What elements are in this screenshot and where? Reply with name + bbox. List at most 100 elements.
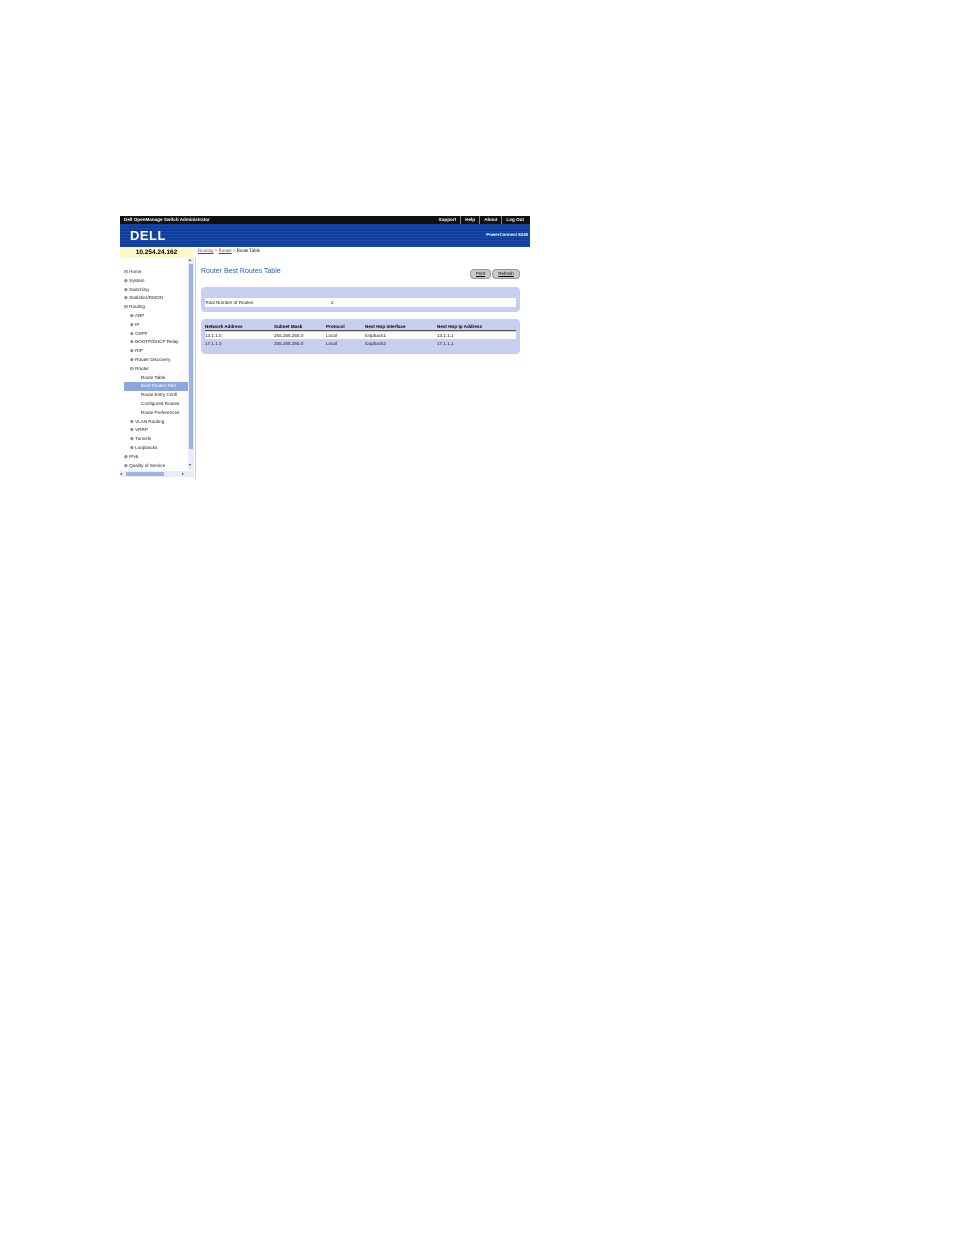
sidebar-item-label: IP [135,321,140,327]
brand-banner: DELL PowerConnect 6248 [120,224,530,247]
scroll-right-icon[interactable]: ▸ [182,471,184,476]
sidebar-item[interactable]: Best Routes Tabl [124,382,190,392]
sidebar-item[interactable]: Route Table [124,374,190,383]
sidebar-item-label: IPv6 [129,453,139,459]
sidebar-item-label: Route Preferences [141,409,180,415]
sidebar-item[interactable]: ⊕ VRRP [124,426,190,435]
scrollbar-thumb[interactable] [126,472,164,476]
scroll-left-icon[interactable]: ◂ [120,471,122,476]
summary-value: 2 [331,300,334,305]
sidebar-item-label: Best Routes Tabl [141,383,176,389]
sidebar-item[interactable]: ⊟ Home [124,268,190,277]
sidebar-item[interactable]: ⊕ VLAN Routing [124,418,190,427]
sidebar-item-label: RIP [135,348,143,354]
sidebar-item[interactable]: ⊕ Switching [124,286,190,295]
table-cell: 255.255.255.0 [274,341,304,346]
sidebar-vertical-scrollbar[interactable]: ▴ ▾ [188,257,194,470]
scroll-up-icon[interactable]: ▴ [189,257,191,262]
log-out-link[interactable]: Log Out [501,216,528,224]
sidebar-item-label: VRRP [135,427,148,433]
sidebar-item-label: Home [129,269,142,274]
sidebar-item-label: Loopbacks [135,444,158,450]
scrollbar-thumb[interactable] [189,264,193,449]
sidebar-item-label: Quality of Service [129,462,166,468]
sidebar-item[interactable]: ⊕ System [124,277,190,286]
sidebar-item[interactable]: ⊕ Statistics/RMON [124,294,190,303]
column-header: Next Hop Interface [365,324,406,329]
sidebar-item[interactable]: ⊕ IP [124,321,190,330]
summary-row: Total Number of Routes 2 [205,298,516,307]
sidebar-item[interactable]: ⊕ IPv6 [124,453,190,462]
screenshot-window: Dell OpenManage Switch Administrator Sup… [120,216,530,478]
sidebar-item-label: BOOTP/DHCP Relay [135,339,179,345]
table-cell: 13.1.1.1 [437,333,454,338]
sidebar-item-label: Configured Routes [141,400,180,406]
sidebar-item[interactable]: ⊕ OSPF [124,330,190,339]
table-cell: loopback2 [365,341,386,346]
sidebar-item[interactable]: Route Entry Confi [124,391,190,400]
sidebar-item-label: OSPF [135,330,148,336]
table-row: 13.1.1.0 255.255.255.0 Local loopback1 13.1.… [205,332,516,339]
breadcrumb-separator: > [232,249,236,254]
dell-logo: DELL [130,228,166,243]
routes-panel: Network Address Subnet Mask Protocol Next H… [201,319,520,354]
breadcrumb-router[interactable]: Router [219,249,232,254]
column-header: Network Address [205,324,243,329]
sidebar-item-label: Route Entry Confi [141,392,178,398]
sidebar-item[interactable]: ⊕ RIP [124,347,190,356]
summary-panel: Total Number of Routes 2 [201,287,520,312]
sidebar-item-label: Switching [129,286,149,292]
table-cell: 255.255.255.0 [274,333,304,338]
table-cell: Local [326,333,337,338]
sidebar-item[interactable]: ⊕ Quality of Service [124,462,190,471]
sidebar-item[interactable]: ⊟ Routing [124,303,190,312]
sidebar-item-label: System [129,277,145,283]
breadcrumb-current: Route Table [236,249,260,254]
sidebar-item[interactable]: ⊕ Tunnels [124,435,190,444]
sidebar-item[interactable]: ⊕ ARP [124,312,190,321]
sidebar-item[interactable]: ⊕ BOOTP/DHCP Relay [124,338,190,347]
summary-label: Total Number of Routes [205,300,254,305]
sidebar-horizontal-scrollbar[interactable]: ◂ ▸ [120,471,194,477]
routes-table: Network Address Subnet Mask Protocol Next H… [205,322,516,350]
support-link[interactable]: Support [435,216,461,224]
sidebar-item-label: Router Discovery [135,356,171,362]
scroll-down-icon[interactable]: ▾ [189,462,191,467]
device-ip: 10.254.24.162 [120,247,193,258]
page-title: Router Best Routes Table [201,268,281,275]
sidebar-item-label: VLAN Routing [135,418,165,424]
about-link[interactable]: About [479,216,501,224]
print-button[interactable]: Print [470,269,491,279]
sidebar-item[interactable]: ⊕ Router Discovery [124,356,190,365]
refresh-button[interactable]: Refresh [492,269,520,279]
top-bar: Dell OpenManage Switch Administrator Sup… [120,216,530,224]
sidebar-item[interactable]: ⊟ Router [124,365,190,374]
sidebar-item-label: Route Table [141,374,166,380]
table-cell: loopback1 [365,333,386,338]
model-name: PowerConnect 6248 [486,232,528,237]
top-nav: Support Help About Log Out [435,216,528,224]
sidebar-item[interactable]: Route Preferences [124,409,190,418]
sidebar-item[interactable]: Configured Routes [124,400,190,409]
sidebar-item-label: Statistics/RMON [129,295,163,301]
sidebar-item-label: ARP [134,312,145,318]
column-header: Next Hop Ip Address [437,324,483,329]
table-cell: 13.1.1.0 [205,333,222,338]
column-header: Subnet Mask [274,324,303,329]
sidebar-item-label: Tunnels [135,436,152,442]
help-link[interactable]: Help [460,216,479,224]
table-header-row: Network Address Subnet Mask Protocol Next H… [205,323,516,331]
sidebar-item[interactable]: ⊕ Loopbacks [124,444,190,453]
table-cell: 17.1.1.0 [205,341,222,346]
sidebar-item-label: Routing [129,304,145,310]
table-cell: 17.1.1.1 [437,341,454,346]
breadcrumb-routing[interactable]: Routing [198,249,213,254]
sidebar: ⊟ Home ⊕ System ⊕ Switching ⊕ Statistics/RM… [120,257,196,478]
table-row: 17.1.1.0 255.255.255.0 Local loopback2 17.1.… [205,340,516,347]
breadcrumb-separator: > [214,249,218,254]
table-cell: Local [326,341,337,346]
app-title: Dell OpenManage Switch Administrator [124,217,210,222]
sidebar-item-label: Router [135,365,149,371]
breadcrumb: Routing > Router > Route Table [198,249,260,254]
column-header: Protocol [326,324,345,329]
